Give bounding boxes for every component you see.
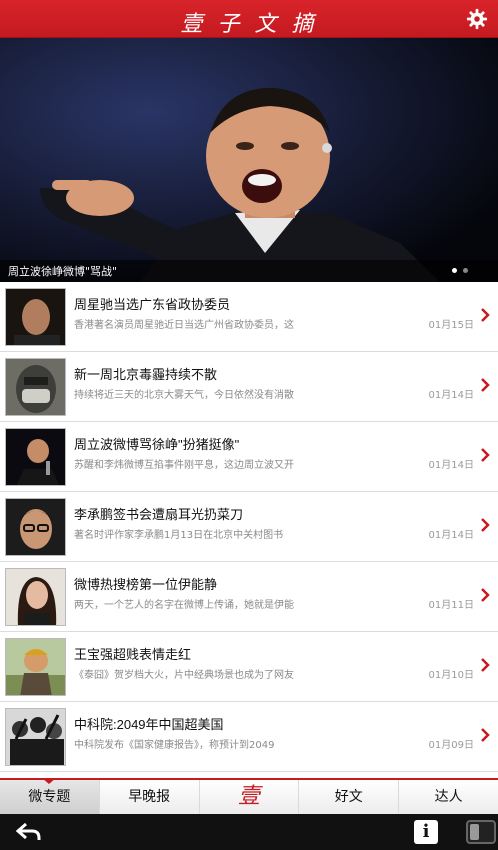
article-thumbnail [5,288,66,346]
article-date: 01月14日 [428,390,474,401]
chevron-right-icon [481,658,490,672]
article-date: 01月14日 [428,460,474,471]
list-item[interactable]: 周星驰当选广东省政协委员 香港著名演员周星驰近日当选广州省政协委员，这 01月1… [0,282,498,352]
bottom-tab-bar: 微专题 早晚报 壹 好文 达人 [0,778,498,814]
tab-daily-news[interactable]: 早晚报 [100,780,200,814]
article-title: 中科院:2049年中国超美国 [74,717,224,732]
system-nav-bar: i [0,814,498,850]
app-logo: 壹 [237,784,260,809]
list-item[interactable]: 中科院:2049年中国超美国 中科院发布《国家健康报告》，称预计到2049 01… [0,702,498,772]
article-summary: 中科院发布《国家健康报告》，称预计到2049 [74,740,275,751]
article-thumbnail [5,708,66,766]
hero-banner[interactable]: 周立波徐峥微博"骂战" [0,38,498,282]
article-summary: 两天，一个艺人的名字在微博上传诵，她就是伊能 [74,600,294,611]
chevron-right-icon [481,448,490,462]
article-title: 王宝强超贱表情走红 [74,647,192,662]
toggle-icon[interactable] [466,820,496,844]
gear-icon[interactable] [466,8,488,30]
list-item[interactable]: 微博热搜榜第一位伊能静 两天，一个艺人的名字在微博上传诵，她就是伊能 01月11… [0,562,498,632]
article-date: 01月14日 [428,530,474,541]
article-list: 周星驰当选广东省政协委员 香港著名演员周星驰近日当选广州省政协委员，这 01月1… [0,282,498,778]
article-thumbnail [5,568,66,626]
article-thumbnail [5,498,66,556]
app-header: 壹 子 文 摘 [0,0,498,38]
article-date: 01月09日 [428,740,474,751]
tab-experts[interactable]: 达人 [399,780,498,814]
article-title: 李承鹏签书会遭扇耳光扔菜刀 [74,507,244,522]
slide-indicator [452,268,468,273]
chevron-right-icon [481,728,490,742]
article-summary: 香港著名演员周星驰近日当选广州省政协委员，这 [74,320,294,331]
list-item[interactable]: 王宝强超贱表情走红 《泰囧》贺岁档大火，片中经典场景也成为了网友 01月10日 [0,632,498,702]
app-title: 壹 子 文 摘 [180,12,318,37]
chevron-right-icon [481,378,490,392]
hero-photo [0,38,498,282]
hero-caption-bar: 周立波徐峥微博"骂战" [0,260,498,282]
article-thumbnail [5,638,66,696]
article-date: 01月10日 [428,670,474,681]
article-title: 周立波微博骂徐峥"扮猪挺像" [74,437,240,452]
slide-dot-active [452,268,457,273]
list-item[interactable]: 新一周北京毒霾持续不散 持续将近三天的北京大雾天气，今日依然没有消散 01月14… [0,352,498,422]
article-summary: 著名时评作家李承鹏1月13日在北京中关村图书 [74,530,284,541]
hero-caption: 周立波徐峥微博"骂战" [8,265,118,278]
article-date: 01月15日 [428,320,474,331]
chevron-right-icon [481,518,490,532]
article-title: 微博热搜榜第一位伊能静 [74,577,218,592]
article-title: 新一周北京毒霾持续不散 [74,367,218,382]
info-icon[interactable]: i [414,820,438,844]
slide-dot [463,268,468,273]
tab-home-logo[interactable]: 壹 [200,780,300,814]
article-summary: 持续将近三天的北京大雾天气，今日依然没有消散 [74,390,294,401]
tab-micro-topics[interactable]: 微专题 [0,778,100,814]
article-thumbnail [5,358,66,416]
list-item[interactable]: 周立波微博骂徐峥"扮猪挺像" 苏醒和李炜微博互掐事件刚平息，这边周立波又开 01… [0,422,498,492]
chevron-right-icon [481,588,490,602]
article-date: 01月11日 [428,600,474,611]
back-arrow-icon[interactable] [16,822,42,842]
article-summary: 苏醒和李炜微博互掐事件刚平息，这边周立波又开 [74,460,294,471]
article-title: 周星驰当选广东省政协委员 [74,297,231,312]
list-item[interactable]: 李承鹏签书会遭扇耳光扔菜刀 著名时评作家李承鹏1月13日在北京中关村图书 01月… [0,492,498,562]
tab-good-articles[interactable]: 好文 [299,780,400,814]
article-summary: 《泰囧》贺岁档大火，片中经典场景也成为了网友 [74,670,294,681]
article-thumbnail [5,428,66,486]
chevron-right-icon [481,308,490,322]
